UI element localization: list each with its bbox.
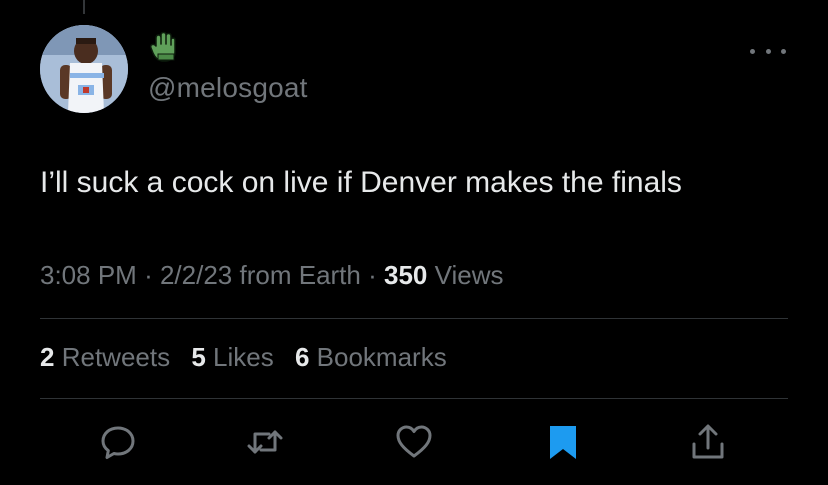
divider bbox=[40, 318, 788, 319]
dot-icon bbox=[765, 48, 771, 54]
retweet-button[interactable] bbox=[245, 422, 285, 462]
bookmarks-label: Bookmarks bbox=[316, 342, 447, 372]
thread-connector-line bbox=[83, 0, 85, 14]
tweet-source: from Earth bbox=[239, 260, 361, 290]
meta-separator: · bbox=[368, 260, 377, 290]
meta-separator: · bbox=[144, 260, 153, 290]
tweet-detail-view: @melosgoat I’ll suck a cock on live if D… bbox=[0, 0, 828, 485]
like-button[interactable] bbox=[394, 422, 434, 462]
reply-button[interactable] bbox=[98, 422, 138, 462]
engagement-stats: 2 Retweets 5 Likes 6 Bookmarks bbox=[40, 342, 461, 373]
retweets-count: 2 bbox=[40, 342, 55, 372]
retweets-stat[interactable]: 2 Retweets bbox=[40, 342, 177, 372]
action-bar bbox=[0, 422, 828, 462]
views-count: 350 bbox=[384, 260, 428, 290]
share-button[interactable] bbox=[688, 422, 728, 462]
likes-count: 5 bbox=[191, 342, 206, 372]
dot-icon bbox=[781, 48, 786, 54]
likes-stat[interactable]: 5 Likes bbox=[191, 342, 281, 372]
retweets-label: Retweets bbox=[61, 342, 171, 372]
green-glove-icon bbox=[148, 30, 182, 64]
avatar-image bbox=[40, 25, 128, 113]
avatar[interactable] bbox=[40, 25, 128, 113]
views-label: Views bbox=[434, 260, 504, 290]
tweet-text: I’ll suck a cock on live if Denver makes… bbox=[40, 166, 682, 199]
likes-label: Likes bbox=[213, 342, 274, 372]
tweet-time[interactable]: 3:08 PM bbox=[40, 260, 137, 290]
bookmarks-count: 6 bbox=[294, 342, 310, 372]
more-options-button[interactable] bbox=[750, 40, 786, 62]
reply-icon bbox=[101, 426, 135, 459]
divider bbox=[40, 398, 788, 399]
like-icon bbox=[396, 425, 432, 458]
retweet-icon bbox=[247, 430, 283, 454]
tweet-metadata: 3:08 PM · 2/2/23 from Earth · 350 Views bbox=[40, 260, 504, 291]
bookmarks-stat[interactable]: 6 Bookmarks bbox=[295, 342, 447, 372]
share-icon bbox=[692, 424, 724, 459]
bookmark-icon bbox=[550, 426, 576, 459]
tweet-date[interactable]: 2/2/23 bbox=[160, 260, 232, 290]
bookmark-button[interactable] bbox=[543, 422, 583, 462]
dot-icon bbox=[750, 48, 755, 54]
user-handle[interactable]: @melosgoat bbox=[148, 72, 308, 104]
